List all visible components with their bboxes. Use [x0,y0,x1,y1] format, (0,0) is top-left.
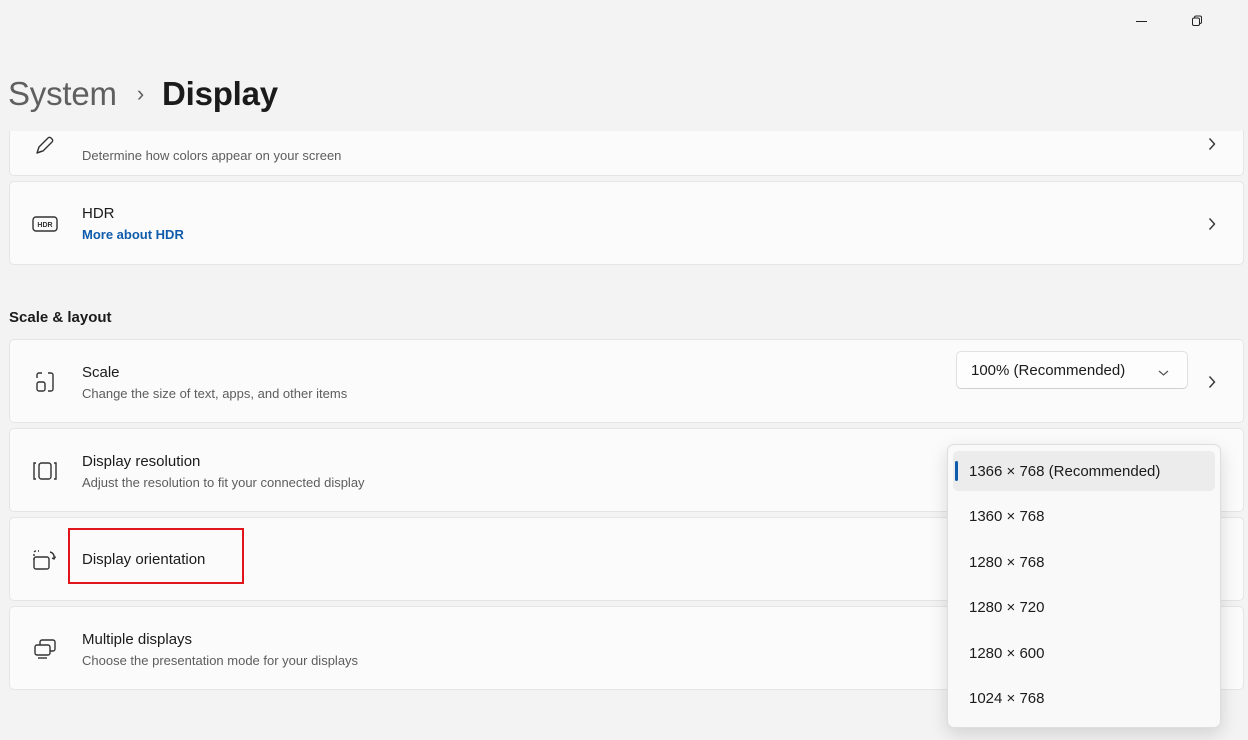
svg-text:HDR: HDR [37,222,52,229]
hdr-card[interactable]: HDR HDR More about HDR [9,181,1244,265]
resolution-option[interactable]: 1366 × 768 (Recommended) [953,451,1215,491]
resolution-option[interactable]: 1024 × 768 [953,679,1215,719]
chevron-right-icon[interactable] [1205,375,1219,389]
multiple-displays-icon [32,636,58,662]
resolution-option-label: 1366 × 768 (Recommended) [969,462,1161,480]
breadcrumb-system[interactable]: System [8,75,117,113]
pen-icon [32,132,58,158]
resolution-option-label: 1280 × 720 [969,599,1045,617]
scale-subtitle: Change the size of text, apps, and other… [82,386,348,401]
chevron-down-icon [1158,364,1169,381]
highlight-box [68,528,244,584]
orientation-icon [32,547,58,573]
resolution-option-label: 1280 × 768 [969,553,1045,571]
resolution-option[interactable]: 1280 × 768 [953,542,1215,582]
restore-button[interactable] [1177,6,1217,36]
resolution-option-label: 1280 × 600 [969,644,1045,662]
display-resolution-subtitle: Adjust the resolution to fit your connec… [82,475,365,490]
settings-window: System › Display Determine how colors ap… [0,0,1248,740]
color-profile-subtitle: Determine how colors appear on your scre… [82,148,342,163]
scale-title: Scale [82,364,120,381]
chevron-right-icon [1205,137,1219,151]
resolution-icon [32,458,58,484]
resolution-option[interactable]: 1280 × 720 [953,588,1215,628]
hdr-title: HDR [82,205,115,222]
resolution-option-label: 1024 × 768 [969,690,1045,708]
restore-icon [1192,15,1202,26]
chevron-right-icon [1205,217,1219,231]
minimize-icon [1135,20,1147,22]
scale-dropdown[interactable]: 100% (Recommended) [956,351,1188,389]
resolution-option[interactable]: 1280 × 600 [953,633,1215,673]
display-resolution-title: Display resolution [82,453,201,470]
breadcrumb-separator: › [136,81,144,106]
page-title: Display [161,75,278,112]
hdr-icon: HDR [32,211,58,237]
resolution-option[interactable]: 1360 × 768 [953,497,1215,537]
more-about-hdr-link[interactable]: More about HDR [82,226,184,244]
minimize-button[interactable] [1121,6,1161,36]
scale-dropdown-value: 100% (Recommended) [971,361,1126,379]
scale-icon [32,369,58,395]
resolution-option-label: 1360 × 768 [969,508,1045,526]
breadcrumb: System › Display [8,72,278,116]
section-title-scale-layout: Scale & layout [9,309,112,326]
multiple-displays-subtitle: Choose the presentation mode for your di… [82,653,359,668]
scale-card[interactable]: Scale Change the size of text, apps, and… [9,339,1244,423]
multiple-displays-title: Multiple displays [82,631,193,648]
resolution-dropdown-list[interactable]: 1366 × 768 (Recommended) 1360 × 768 1280… [947,444,1221,728]
color-profile-card[interactable]: Determine how colors appear on your scre… [9,131,1244,176]
